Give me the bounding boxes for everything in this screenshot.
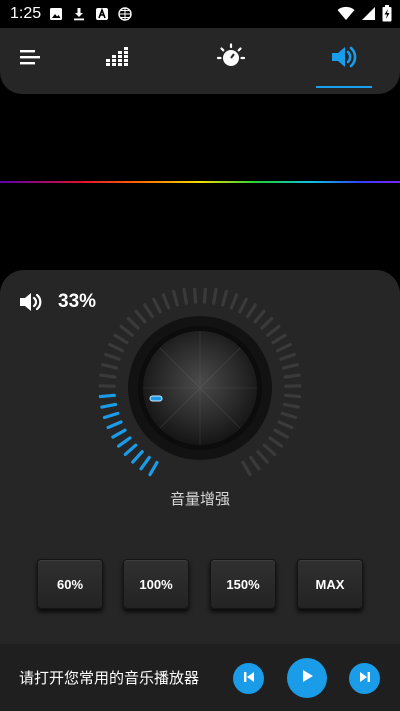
next-icon [358, 669, 372, 688]
knob-tick [172, 289, 179, 307]
knob-tick [262, 443, 277, 457]
preset-max-button[interactable]: MAX [297, 559, 363, 609]
grid-globe-icon [118, 7, 132, 21]
tab-visualizer[interactable] [201, 28, 261, 90]
wifi-icon [337, 6, 355, 25]
status-time: 1:25 [10, 5, 42, 22]
knob-label: 音量增强 [169, 490, 230, 508]
volume-boost-knob[interactable] [95, 288, 305, 488]
knob-tick [193, 288, 198, 304]
preset-100-button[interactable]: 100% [123, 559, 189, 609]
knob-tick [116, 436, 132, 448]
download-icon [72, 7, 86, 21]
tab-equalizer[interactable] [88, 28, 148, 90]
speaker-loud-icon [330, 44, 358, 74]
preset-60-button[interactable]: 60% [37, 559, 103, 609]
volume-percent: 33% [58, 291, 97, 312]
knob-tick [256, 450, 269, 464]
tab-volume-boost[interactable] [314, 28, 374, 90]
knob-tick [253, 309, 266, 324]
equalizer-icon [105, 45, 131, 73]
knob-tick [119, 324, 134, 337]
top-tab-bar [0, 28, 400, 94]
knob-tick [238, 297, 248, 314]
knob-tick [275, 343, 292, 353]
knob-tick [246, 303, 258, 319]
knob-tick [106, 420, 123, 430]
knob-tick [131, 450, 144, 464]
knob-tick [101, 363, 118, 370]
speaker-icon [18, 290, 44, 318]
knob-tick [99, 373, 117, 379]
previous-button[interactable] [233, 663, 264, 694]
knob-tick [282, 363, 299, 370]
tab-selected-indicator [316, 86, 372, 88]
knob-tick [260, 316, 274, 330]
knob-tick [113, 333, 129, 345]
play-button[interactable] [287, 658, 327, 698]
knob-tick [98, 393, 116, 399]
knob-tick [279, 352, 296, 361]
knob-tick [182, 288, 188, 305]
menu-icon [20, 49, 42, 69]
knob-tick [108, 343, 125, 353]
previous-icon [242, 669, 256, 688]
status-bar: 1:25 [0, 0, 400, 28]
knob-tick [212, 288, 218, 305]
knob-tick [202, 288, 207, 304]
sun-dial-icon [216, 43, 246, 75]
knob-tick [134, 309, 147, 324]
knob-tick [271, 333, 287, 345]
preset-150-button[interactable]: 150% [210, 559, 276, 609]
knob-tick [273, 428, 289, 439]
knob-tick [102, 411, 120, 420]
visualizer-line [0, 181, 400, 183]
knob-tick [268, 436, 284, 448]
knob-tick [126, 316, 140, 330]
knob-tick [266, 324, 281, 337]
knob-tick [284, 393, 302, 399]
knob-tick [280, 411, 298, 420]
signal-icon [361, 6, 376, 25]
knob-tick [282, 402, 300, 409]
knob-tick [283, 373, 301, 379]
knob-tick [148, 460, 159, 477]
knob-tick [139, 455, 151, 471]
knob-tick [277, 420, 294, 430]
knob-tick [249, 455, 261, 471]
play-icon [299, 668, 315, 688]
knob-tick [161, 293, 171, 310]
knob-tick [241, 460, 252, 477]
menu-button[interactable] [1, 28, 61, 90]
image-icon [49, 7, 63, 21]
knob-tick [152, 297, 162, 314]
knob-tick [221, 289, 228, 307]
next-button[interactable] [349, 663, 380, 694]
knob-tick [104, 352, 121, 361]
a-app-icon [95, 7, 109, 21]
knob-tick [111, 428, 127, 439]
knob-tick [100, 402, 118, 409]
player-prompt: 请打开您常用的音乐播放器 [19, 669, 200, 687]
knob-tick [229, 293, 239, 310]
battery-charging-icon [382, 5, 392, 26]
knob-tick [142, 303, 154, 319]
knob-tick [123, 443, 138, 457]
knob-pointer [149, 395, 163, 402]
